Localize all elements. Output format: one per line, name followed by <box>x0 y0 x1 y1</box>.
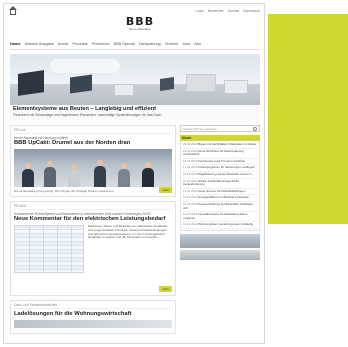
photo-person <box>44 167 56 187</box>
photo-person <box>118 169 130 187</box>
sidebar-image[interactable] <box>180 249 260 260</box>
article-headline[interactable]: Neue Kommentar für den elektrischen Leis… <box>14 216 172 223</box>
read-more-button[interactable]: mehr <box>159 187 172 193</box>
header: Login Newsletter Kontakt Impressum BBB B… <box>4 4 264 38</box>
site-logo[interactable]: BBB BauenBauBau <box>121 16 159 31</box>
article-image[interactable] <box>14 149 172 187</box>
hero-title[interactable]: Elementsysteme aus Beuten – Langlebig un… <box>13 106 257 113</box>
hero-cloud <box>50 59 120 73</box>
article-kicker: PR-Link <box>14 128 172 134</box>
sidebar: Suchbegriff hier eingeben News 20.01.202… <box>180 125 260 262</box>
nav-item-print-archive[interactable]: Printarchiv <box>92 42 110 49</box>
news-date: 10.01.2023 <box>183 222 198 227</box>
article-body: Bauherren, Planer und Betreiber von öffe… <box>14 224 172 273</box>
roof-element <box>224 80 248 94</box>
news-text: Förderprogramm für Sanierungen verlänger… <box>198 165 255 170</box>
nav-item-special[interactable]: BBB Spezial <box>114 42 135 49</box>
accent-panel <box>268 14 348 224</box>
main-column: PR-Link Neuer Baumarkt bei Hamburg eröff… <box>10 125 176 338</box>
meta-link-impressum[interactable]: Impressum <box>243 9 260 13</box>
photo-person <box>142 168 154 187</box>
search-icon[interactable] <box>253 127 257 131</box>
article-kicker: Dach- und Fassadenwirtschaft <box>14 303 172 309</box>
nav-item-subscription[interactable]: Abo <box>194 42 201 49</box>
news-date: 17.01.2023 <box>183 165 198 170</box>
read-more-button[interactable]: mehr <box>159 286 172 292</box>
photo-head <box>71 164 77 170</box>
news-item[interactable]: 17.01.2023 Förderprogramm für Sanierunge… <box>183 165 257 172</box>
main-navigation: Home Aktuelle Ausgabe Archiv Produkte Pr… <box>10 42 260 50</box>
photo-person <box>68 170 80 187</box>
news-item[interactable]: 20.01.2023 Bauen mit nachhaltigen Materi… <box>183 142 257 149</box>
news-item[interactable]: 12.01.2023 Preisentwicklung bei Baustoff… <box>183 202 257 213</box>
nav-item-events[interactable]: Termine <box>165 42 179 49</box>
news-item[interactable]: 19.01.2023 Neue Richtlinien für Elektrop… <box>183 149 257 159</box>
photo-person <box>94 166 106 187</box>
hero-subtitle: Flachdach mit Solaranlage und begehbaren… <box>13 113 162 117</box>
article-image[interactable] <box>14 320 172 328</box>
photo-head <box>47 161 53 167</box>
news-text: Digitalisierung auf der Baustelle nimmt … <box>198 171 252 176</box>
article-caption: Die Veranstaltung hat gezeigt: Wir bring… <box>14 189 115 193</box>
home-icon[interactable] <box>9 6 17 15</box>
webpage-screenshot: Login Newsletter Kontakt Impressum BBB B… <box>3 3 265 344</box>
photo-head <box>25 163 31 169</box>
news-item[interactable]: 18.01.2023 Fachmesse zeigt Trends im Hol… <box>183 159 257 166</box>
logo-mark: BBB <box>125 15 155 28</box>
news-text: Bauen mit nachhaltigen Materialien im Fo… <box>198 142 256 146</box>
meta-link-login[interactable]: Login <box>195 9 203 13</box>
article-headline[interactable]: Ladelösungen für die Wohnungswirtschaft <box>14 311 172 318</box>
article-image[interactable] <box>14 225 84 273</box>
meta-link-newsletter[interactable]: Newsletter <box>208 9 224 13</box>
news-date: 16.01.2023 <box>183 171 198 176</box>
news-item[interactable]: 15.01.2023 Studie: Fachkräftemangel blei… <box>183 179 257 189</box>
nav-item-jobs[interactable]: Jobs <box>182 42 190 49</box>
news-item[interactable]: 14.01.2023 Neue Normen für Dachabdichtun… <box>183 189 257 196</box>
news-date: 20.01.2023 <box>183 142 198 146</box>
hero-caption: Elementsysteme aus Beuten – Langlebig un… <box>10 105 260 120</box>
news-item[interactable]: 13.01.2023 Energieeffizienz im Bestand v… <box>183 195 257 202</box>
solar-panel <box>18 70 44 96</box>
nav-item-planning[interactable]: Fachplanung <box>139 42 161 49</box>
nav-item-products[interactable]: Produkte <box>72 42 87 49</box>
nav-item-home[interactable]: Home <box>10 42 21 49</box>
meta-link-kontakt[interactable]: Kontakt <box>228 9 240 13</box>
nav-item-archive[interactable]: Archiv <box>58 42 69 49</box>
news-text: Fachmesse zeigt Trends im Holzbau <box>198 158 246 163</box>
sidebar-image[interactable] <box>180 233 260 248</box>
solar-panel <box>160 77 174 91</box>
photo-head <box>121 163 127 169</box>
news-item[interactable]: 16.01.2023 Digitalisierung auf der Baust… <box>183 172 257 179</box>
article-teaser: PR-Link Neuer Baumarkt bei Hamburg eröff… <box>10 125 176 197</box>
news-text: Energieeffizienz im Bestand verbessern <box>198 195 250 200</box>
search-placeholder: Suchbegriff hier eingeben <box>183 127 218 131</box>
news-item[interactable]: 11.01.2023 Innovationspreis für Fassaden… <box>183 212 257 223</box>
article-teaser: Dach- und Fassadenwirtschaft Ladelösunge… <box>10 300 176 334</box>
sidebar-images <box>180 233 260 260</box>
article-teaser-text: Bauherren, Planer und Betreiber von öffe… <box>88 224 168 240</box>
article-kicker: PR-Idee <box>14 204 172 210</box>
article-headline[interactable]: BBB UpCakt: Drumel aus der Norden dran <box>14 140 172 147</box>
news-list: 20.01.2023 Bauen mit nachhaltigen Materi… <box>180 141 260 231</box>
photo-head <box>97 160 103 166</box>
search-input[interactable]: Suchbegriff hier eingeben <box>180 125 260 132</box>
roof-element <box>186 74 216 92</box>
news-text: Wohnungsbau: Genehmigungen rückläufig <box>198 222 254 227</box>
news-item[interactable]: 10.01.2023 Wohnungsbau: Genehmigungen rü… <box>183 222 257 229</box>
news-date: 18.01.2023 <box>183 158 198 163</box>
news-date: 14.01.2023 <box>183 188 198 193</box>
photo-person <box>22 169 34 187</box>
news-text: Neue Normen für Dachabdichtungen <box>198 188 246 193</box>
nav-item-current-issue[interactable]: Aktuelle Ausgabe <box>25 42 54 49</box>
news-date: 13.01.2023 <box>183 195 198 200</box>
solar-panel <box>70 74 92 94</box>
meta-links: Login Newsletter Kontakt Impressum <box>195 9 260 13</box>
article-teaser: PR-Idee Schwankende Rohstoffpreise und B… <box>10 201 176 296</box>
roof-element <box>114 84 134 96</box>
photo-head <box>145 162 151 168</box>
hero-banner[interactable]: Elementsysteme aus Beuten – Langlebig un… <box>10 54 260 120</box>
